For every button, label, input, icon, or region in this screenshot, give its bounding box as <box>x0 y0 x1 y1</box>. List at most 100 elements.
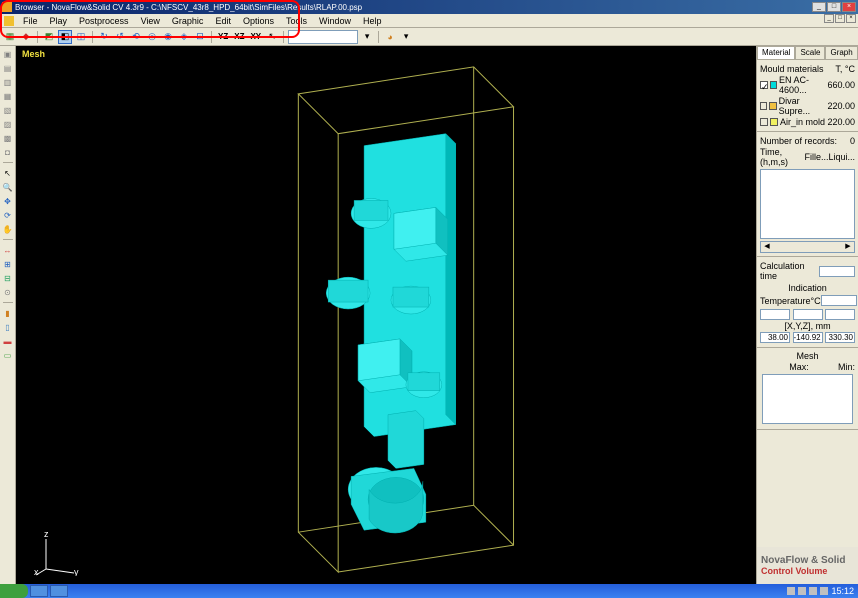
material-row-0[interactable]: ✓EN AC-4600... 660.00 <box>760 75 855 95</box>
cube-wireframe-icon[interactable]: ◫ <box>74 30 88 44</box>
min-label: Min: <box>838 362 855 372</box>
material-row-2[interactable]: Air_in mold 220.00 <box>760 117 855 127</box>
clip-icon[interactable]: ⊟ <box>2 272 14 284</box>
minimize-button[interactable]: _ <box>812 2 826 12</box>
tray-icon-3[interactable] <box>809 587 817 595</box>
view-back-icon[interactable]: ◉ <box>161 30 175 44</box>
close-button[interactable]: × <box>842 2 856 12</box>
start-button[interactable] <box>0 584 28 598</box>
ltb-6-icon[interactable]: ▨ <box>2 118 14 130</box>
panel-tabs: Material Scale Graph Rotate <box>757 46 858 60</box>
menu-graphic[interactable]: Graphic <box>166 16 210 26</box>
coord-x-input[interactable] <box>760 332 790 343</box>
tab-scale[interactable]: Scale <box>795 46 825 59</box>
tray-icon-4[interactable] <box>820 587 828 595</box>
ltb-4-icon[interactable]: ▦ <box>2 90 14 102</box>
menu-help[interactable]: Help <box>357 16 388 26</box>
viewport-3d[interactable]: Mesh <box>16 46 756 584</box>
menu-tools[interactable]: Tools <box>280 16 313 26</box>
menu-edit[interactable]: Edit <box>209 16 237 26</box>
temperature-input[interactable] <box>821 295 857 306</box>
extra-input-3[interactable] <box>825 309 855 320</box>
right-panel: Material Scale Graph Rotate Mould materi… <box>756 46 858 584</box>
tray-icon-1[interactable] <box>787 587 795 595</box>
chart2-icon[interactable]: ▬ <box>2 335 14 347</box>
ltb-1-icon[interactable]: ▣ <box>2 48 14 60</box>
ltb-2-icon[interactable]: ▤ <box>2 62 14 74</box>
extra-input-2[interactable] <box>793 309 823 320</box>
zoom-tool-icon[interactable]: 🔍 <box>2 181 14 193</box>
cube-solid-icon[interactable]: ◩ <box>42 30 56 44</box>
coord-z-input[interactable] <box>825 332 855 343</box>
dropdown-icon[interactable]: ▾ <box>360 30 374 44</box>
window-title: Browser - NovaFlow&Solid CV 4.3r9 - C:\N… <box>15 3 812 12</box>
rotate-x-icon[interactable]: ↻ <box>97 30 111 44</box>
scroll-right-icon[interactable]: ▶ <box>842 242 854 252</box>
measure-icon[interactable]: ↔ <box>2 244 14 256</box>
plane-xy-button[interactable]: XY <box>248 32 263 41</box>
pointer-tool-icon[interactable]: ↖ <box>2 167 14 179</box>
ltb-8-icon[interactable]: ◘ <box>2 146 14 158</box>
rotate-tool-icon[interactable]: ⟳ <box>2 209 14 221</box>
scroll-left-icon[interactable]: ◀ <box>761 242 773 252</box>
material-name: Divar Supre... <box>779 96 828 116</box>
plane-xz-button[interactable]: XZ <box>232 32 246 41</box>
menu-window[interactable]: Window <box>313 16 357 26</box>
pan-tool-icon[interactable]: ✋ <box>2 223 14 235</box>
probe-icon[interactable]: ⊙ <box>2 286 14 298</box>
menu-options[interactable]: Options <box>237 16 280 26</box>
calc-time-input[interactable] <box>819 266 855 277</box>
ltb-7-icon[interactable]: ▩ <box>2 132 14 144</box>
check-icon[interactable] <box>760 102 767 110</box>
temp-unit-header: T, °C <box>835 64 855 74</box>
clock[interactable]: 15:12 <box>831 586 854 596</box>
menu-view[interactable]: View <box>135 16 166 26</box>
cube-shaded-icon[interactable]: ◧ <box>58 30 72 44</box>
grid-icon[interactable]: ▦ <box>3 30 17 44</box>
chart1-icon[interactable]: ▯ <box>2 321 14 333</box>
menu-file[interactable]: File <box>17 16 44 26</box>
coord-y-input[interactable] <box>793 332 823 343</box>
mdi-close[interactable]: × <box>846 14 856 23</box>
material-row-1[interactable]: Divar Supre... 220.00 <box>760 96 855 116</box>
titlebar: Browser - NovaFlow&Solid CV 4.3r9 - C:\N… <box>0 0 858 14</box>
toolbar-combo[interactable] <box>288 30 358 44</box>
records-list[interactable] <box>760 169 855 239</box>
section-icon[interactable]: ⊞ <box>2 258 14 270</box>
menu-play[interactable]: Play <box>44 16 74 26</box>
chart3-icon[interactable]: ▭ <box>2 349 14 361</box>
rotate-y-icon[interactable]: ↺ <box>113 30 127 44</box>
records-scrollbar[interactable]: ◀ ▶ <box>760 241 855 253</box>
calc-section: Calculation time Indication Temperature … <box>757 257 858 348</box>
pointer-icon[interactable]: ↖ <box>265 30 279 44</box>
palette-icon[interactable]: ◕ <box>383 30 397 44</box>
check-icon[interactable]: ✓ <box>760 81 768 89</box>
ltb-5-icon[interactable]: ▧ <box>2 104 14 116</box>
rotate-z-icon[interactable]: ⟲ <box>129 30 143 44</box>
system-tray: 15:12 <box>783 586 858 596</box>
mdi-restore[interactable]: □ <box>835 14 845 23</box>
color-swatch <box>770 118 778 126</box>
tray-icon-2[interactable] <box>798 587 806 595</box>
task-item-2[interactable] <box>50 585 68 597</box>
maximize-button[interactable]: □ <box>827 2 841 12</box>
ltb-3-icon[interactable]: ▥ <box>2 76 14 88</box>
tab-graph[interactable]: Graph <box>825 46 857 59</box>
view-fit-icon[interactable]: ⊡ <box>193 30 207 44</box>
menu-postprocess[interactable]: Postprocess <box>73 16 135 26</box>
task-item-1[interactable] <box>30 585 48 597</box>
delete-icon[interactable]: ◆ <box>19 30 33 44</box>
legend-icon[interactable]: ▮ <box>2 307 14 319</box>
view-front-icon[interactable]: ◎ <box>145 30 159 44</box>
view-iso-icon[interactable]: ◈ <box>177 30 191 44</box>
plane-yz-button[interactable]: YZ <box>216 32 230 41</box>
move-tool-icon[interactable]: ✥ <box>2 195 14 207</box>
color-swatch <box>770 81 777 89</box>
mould-header: Mould materials <box>760 64 824 74</box>
mdi-minimize[interactable]: _ <box>824 14 834 23</box>
extra-input-1[interactable] <box>760 309 790 320</box>
tab-material[interactable]: Material <box>757 46 795 59</box>
check-icon[interactable] <box>760 118 768 126</box>
dropdown2-icon[interactable]: ▾ <box>399 30 413 44</box>
axis-widget: z y x <box>34 531 79 576</box>
